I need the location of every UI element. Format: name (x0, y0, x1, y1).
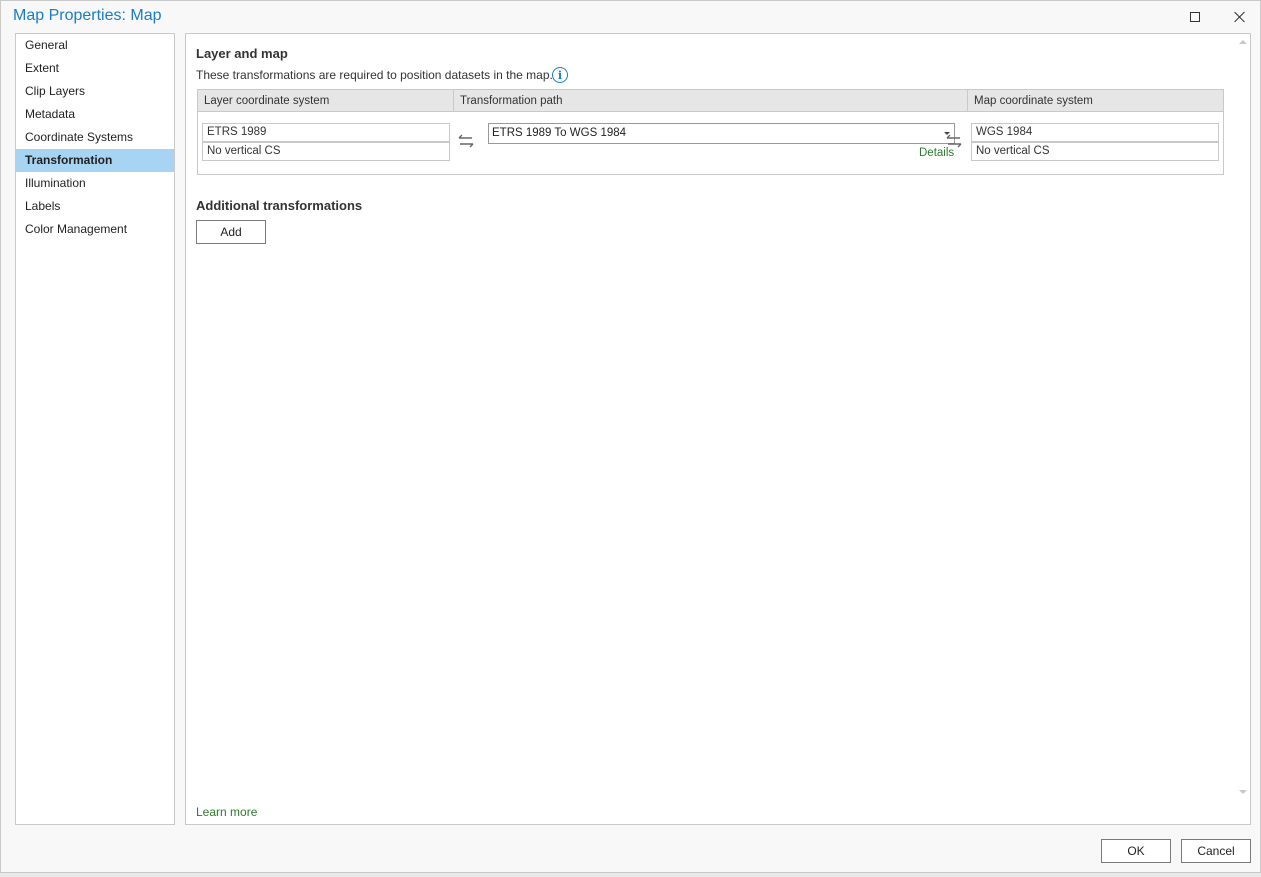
sidebar-item-illumination[interactable]: Illumination (16, 172, 174, 195)
transformation-panel: Layer and map These transformations are … (185, 33, 1251, 825)
title-bar: Map Properties: Map (1, 1, 1260, 33)
layer-and-map-title: Layer and map (196, 46, 288, 61)
scroll-down-icon[interactable] (1239, 790, 1247, 794)
vertical-scrollbar[interactable] (1238, 36, 1248, 798)
sidebar-item-general[interactable]: General (16, 34, 174, 57)
scroll-up-icon[interactable] (1239, 40, 1247, 44)
transformation-selected-value: ETRS 1989 To WGS 1984 (492, 127, 627, 139)
sidebar-item-clip-layers[interactable]: Clip Layers (16, 80, 174, 103)
grid-header: Layer coordinate system Transformation p… (198, 90, 1223, 112)
swap-arrows-icon (458, 134, 474, 148)
close-icon (1233, 11, 1245, 23)
cancel-button[interactable]: Cancel (1181, 839, 1251, 863)
column-header-transformation-path[interactable]: Transformation path (453, 90, 967, 112)
learn-more-link[interactable]: Learn more (196, 805, 257, 819)
close-button[interactable] (1224, 5, 1254, 29)
sidebar-item-labels[interactable]: Labels (16, 195, 174, 218)
swap-arrows-icon (946, 134, 962, 148)
details-link[interactable]: Details (919, 147, 954, 159)
add-transformation-button[interactable]: Add (196, 220, 266, 244)
dialog-title: Map Properties: Map (13, 7, 162, 24)
column-header-map-cs[interactable]: Map coordinate system (967, 90, 1223, 112)
layer-cs-vertical: No vertical CS (202, 142, 450, 161)
additional-transformations-title: Additional transformations (196, 198, 363, 213)
sidebar-item-extent[interactable]: Extent (16, 57, 174, 80)
sidebar-item-transformation[interactable]: Transformation (16, 149, 174, 172)
column-header-layer-cs[interactable]: Layer coordinate system (198, 90, 453, 112)
transformation-grid: Layer coordinate system Transformation p… (197, 89, 1224, 175)
map-properties-dialog: Map Properties: Map General Extent Clip … (0, 0, 1261, 873)
map-cs-vertical: No vertical CS (971, 142, 1219, 161)
sidebar: General Extent Clip Layers Metadata Coor… (15, 33, 175, 825)
maximize-icon (1190, 12, 1200, 22)
sidebar-item-color-management[interactable]: Color Management (16, 218, 174, 241)
maximize-button[interactable] (1180, 5, 1210, 29)
transformation-dropdown[interactable]: ETRS 1989 To WGS 1984 (488, 123, 955, 144)
sidebar-item-metadata[interactable]: Metadata (16, 103, 174, 126)
layer-and-map-description: These transformations are required to po… (196, 68, 553, 82)
ok-button[interactable]: OK (1101, 839, 1171, 863)
layer-cs-horizontal: ETRS 1989 (202, 123, 450, 142)
map-cs-horizontal: WGS 1984 (971, 123, 1219, 142)
info-icon[interactable]: i (552, 67, 568, 83)
sidebar-item-coordinate-systems[interactable]: Coordinate Systems (16, 126, 174, 149)
